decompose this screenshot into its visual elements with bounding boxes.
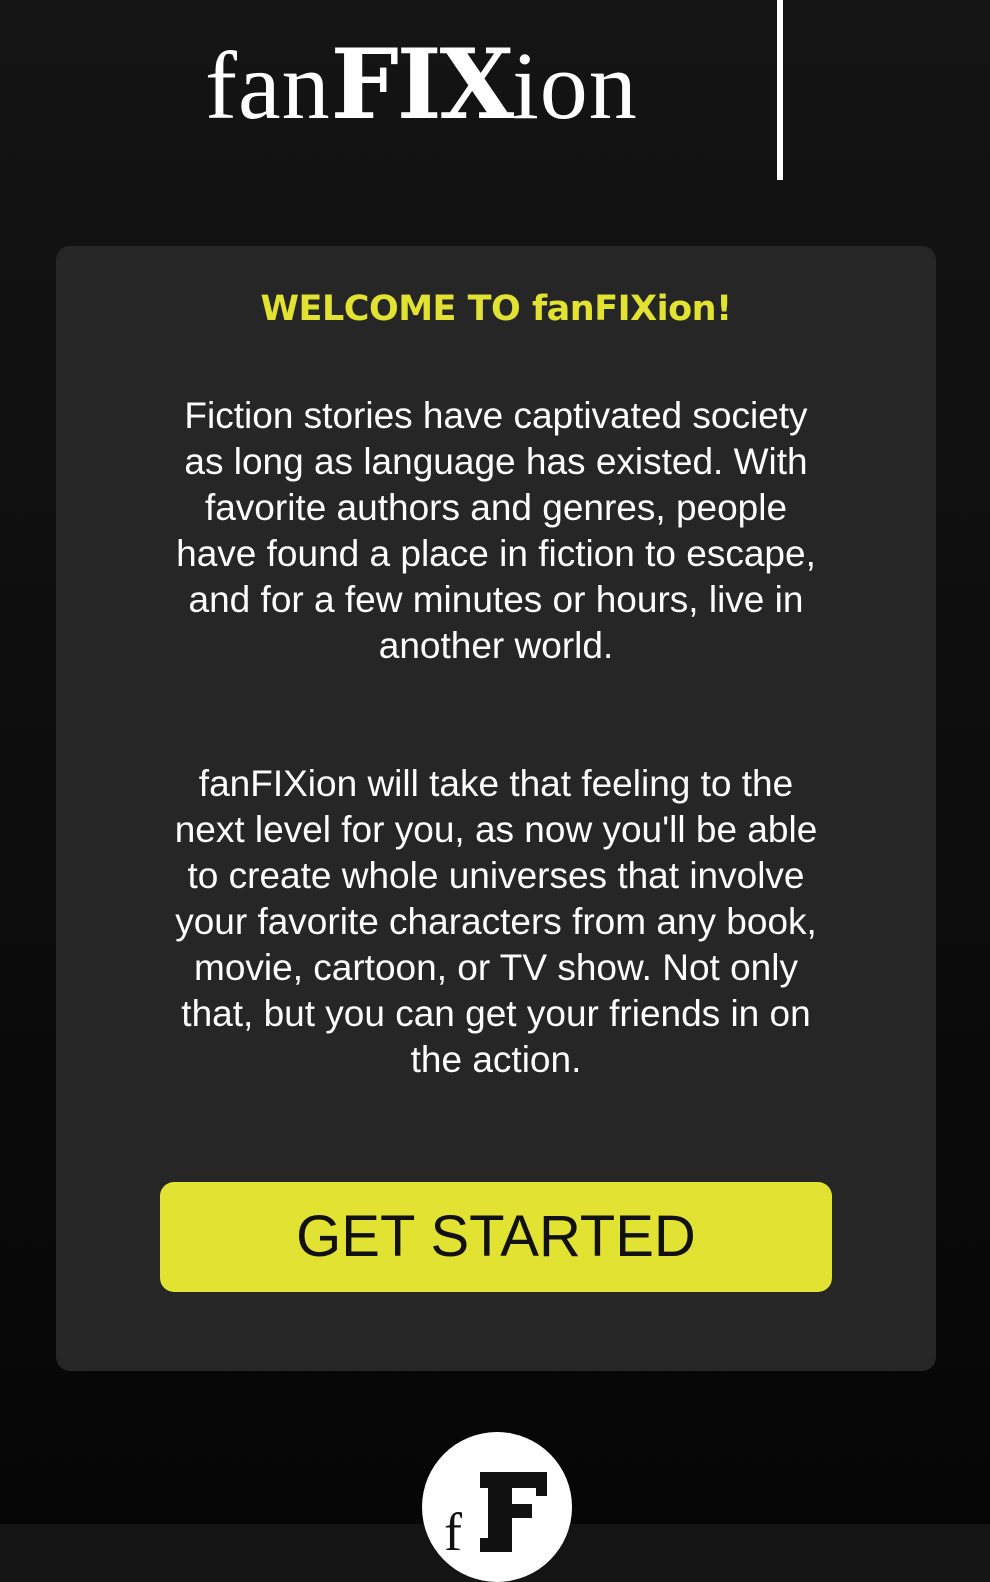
logo-part-fix: FIX — [330, 28, 515, 141]
text-cursor-bar — [777, 0, 783, 180]
intro-paragraph-2: fanFIXion will take that feeling to the … — [174, 763, 818, 1080]
svg-text:f: f — [444, 1502, 462, 1562]
intro-paragraph-1: Fiction stories have captivated society … — [176, 395, 816, 666]
get-started-button[interactable]: GET STARTED — [160, 1182, 832, 1292]
logo-part-ion: ion — [512, 32, 638, 139]
fanfixion-logo[interactable]: fanFIXion — [205, 30, 638, 141]
logo-part-fan: fan — [205, 32, 331, 139]
fanfixion-ff-logo-icon[interactable]: f — [422, 1432, 572, 1582]
ff-logo-glyph: f — [444, 1472, 547, 1562]
welcome-card: WELCOME TO fanFIXion! Fiction stories ha… — [56, 246, 936, 1371]
welcome-title: WELCOME TO fanFIXion! — [260, 289, 732, 329]
header: fanFIXion — [0, 0, 990, 200]
